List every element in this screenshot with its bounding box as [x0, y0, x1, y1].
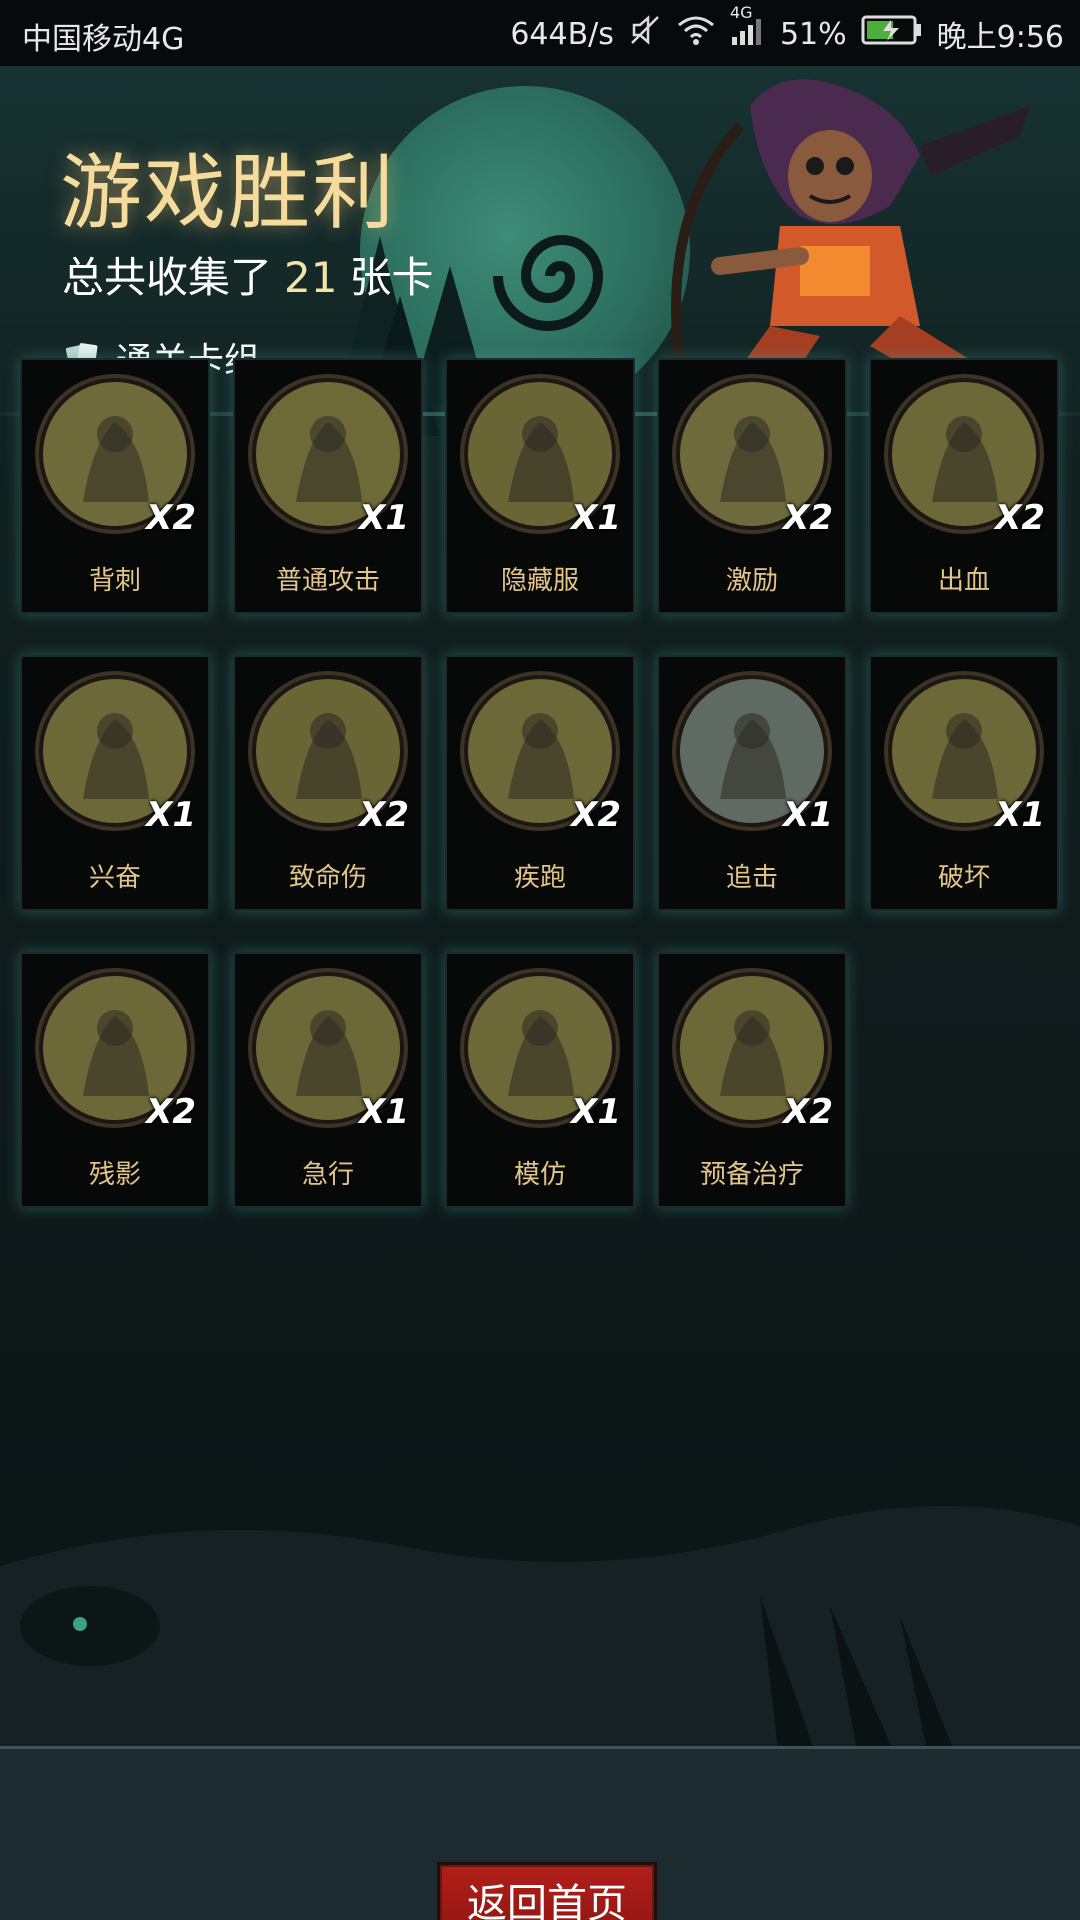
card-name: 预备治疗 — [699, 1160, 804, 1190]
skill-card[interactable]: X1 普通攻击 — [233, 358, 423, 614]
summary-prefix: 总共收集了 — [62, 253, 273, 302]
card-name: 背刺 — [88, 566, 141, 596]
summary-count: 21 — [284, 253, 338, 302]
skill-card[interactable]: X2 残影 — [20, 952, 210, 1208]
card-name: 隐藏服 — [500, 566, 579, 596]
card-count: X2 — [571, 795, 621, 835]
skill-card[interactable]: X1 隐藏服 — [445, 358, 635, 614]
card-count: X2 — [146, 498, 196, 538]
signal-icon: 4G — [730, 3, 766, 55]
status-icons: 644B/s 4G 51% 晚上9:56 — [510, 3, 1064, 56]
card-name: 残影 — [88, 1160, 141, 1190]
return-home-button[interactable]: 返回首页 — [437, 1862, 657, 1920]
card-name: 破坏 — [937, 863, 990, 893]
battery-icon — [861, 14, 923, 54]
ground-divider — [0, 1746, 1080, 1749]
skill-card[interactable]: X1 追击 — [657, 655, 847, 911]
ground-silhouette — [0, 1506, 1080, 1766]
net-speed: 644B/s — [510, 16, 614, 52]
battery-percent: 51% — [779, 16, 847, 52]
cards-collected-summary: 总共收集了 21 张卡 — [62, 244, 433, 305]
network-type: 4G — [729, 3, 753, 22]
card-count: X2 — [995, 498, 1045, 538]
card-name: 疾跑 — [513, 863, 566, 893]
card-name: 模仿 — [513, 1160, 566, 1190]
skill-card[interactable]: X2 出血 — [869, 358, 1059, 614]
card-count: X2 — [783, 498, 833, 538]
skill-card[interactable]: X2 致命伤 — [233, 655, 423, 911]
card-count: X1 — [571, 498, 621, 538]
skill-card[interactable]: X1 急行 — [233, 952, 423, 1208]
card-name: 致命伤 — [288, 863, 367, 893]
carrier-name: 中国移动4G — [22, 22, 185, 57]
card-name: 急行 — [301, 1160, 354, 1190]
summary-suffix: 张卡 — [349, 253, 434, 302]
card-name: 兴奋 — [88, 863, 141, 893]
skill-card[interactable]: X1 模仿 — [445, 952, 635, 1208]
skill-card[interactable]: X1 破坏 — [869, 655, 1059, 911]
card-count: X2 — [359, 795, 409, 835]
mute-icon — [628, 13, 662, 55]
skill-card[interactable]: X2 激励 — [657, 358, 847, 614]
card-count: X2 — [146, 1092, 196, 1132]
wifi-icon — [676, 13, 716, 55]
card-name: 普通攻击 — [275, 566, 380, 596]
skill-card[interactable]: X2 背刺 — [20, 358, 210, 614]
skill-card[interactable]: X2 预备治疗 — [657, 952, 847, 1208]
card-name: 追击 — [725, 863, 778, 893]
skill-card[interactable]: X1 兴奋 — [20, 655, 210, 911]
skill-card[interactable]: X2 疾跑 — [445, 655, 635, 911]
card-count: X1 — [995, 795, 1045, 835]
clock: 晚上9:56 — [936, 20, 1064, 55]
card-count: X1 — [359, 1092, 409, 1132]
card-count: X1 — [783, 795, 833, 835]
card-count: X1 — [571, 1092, 621, 1132]
card-count: X1 — [359, 498, 409, 538]
status-bar: 中国移动4G 644B/s 4G 51% 晚上9:56 — [0, 0, 1080, 66]
card-count: X2 — [783, 1092, 833, 1132]
card-name: 出血 — [937, 566, 990, 596]
card-count: X1 — [146, 795, 196, 835]
victory-title: 游戏胜利 — [60, 146, 397, 241]
card-name: 激励 — [725, 566, 778, 596]
game-scene: 游戏胜利 总共收集了21张卡 通关卡组 X2背刺X1普通攻击X1隐藏服X2激励X… — [0, 66, 1080, 1920]
